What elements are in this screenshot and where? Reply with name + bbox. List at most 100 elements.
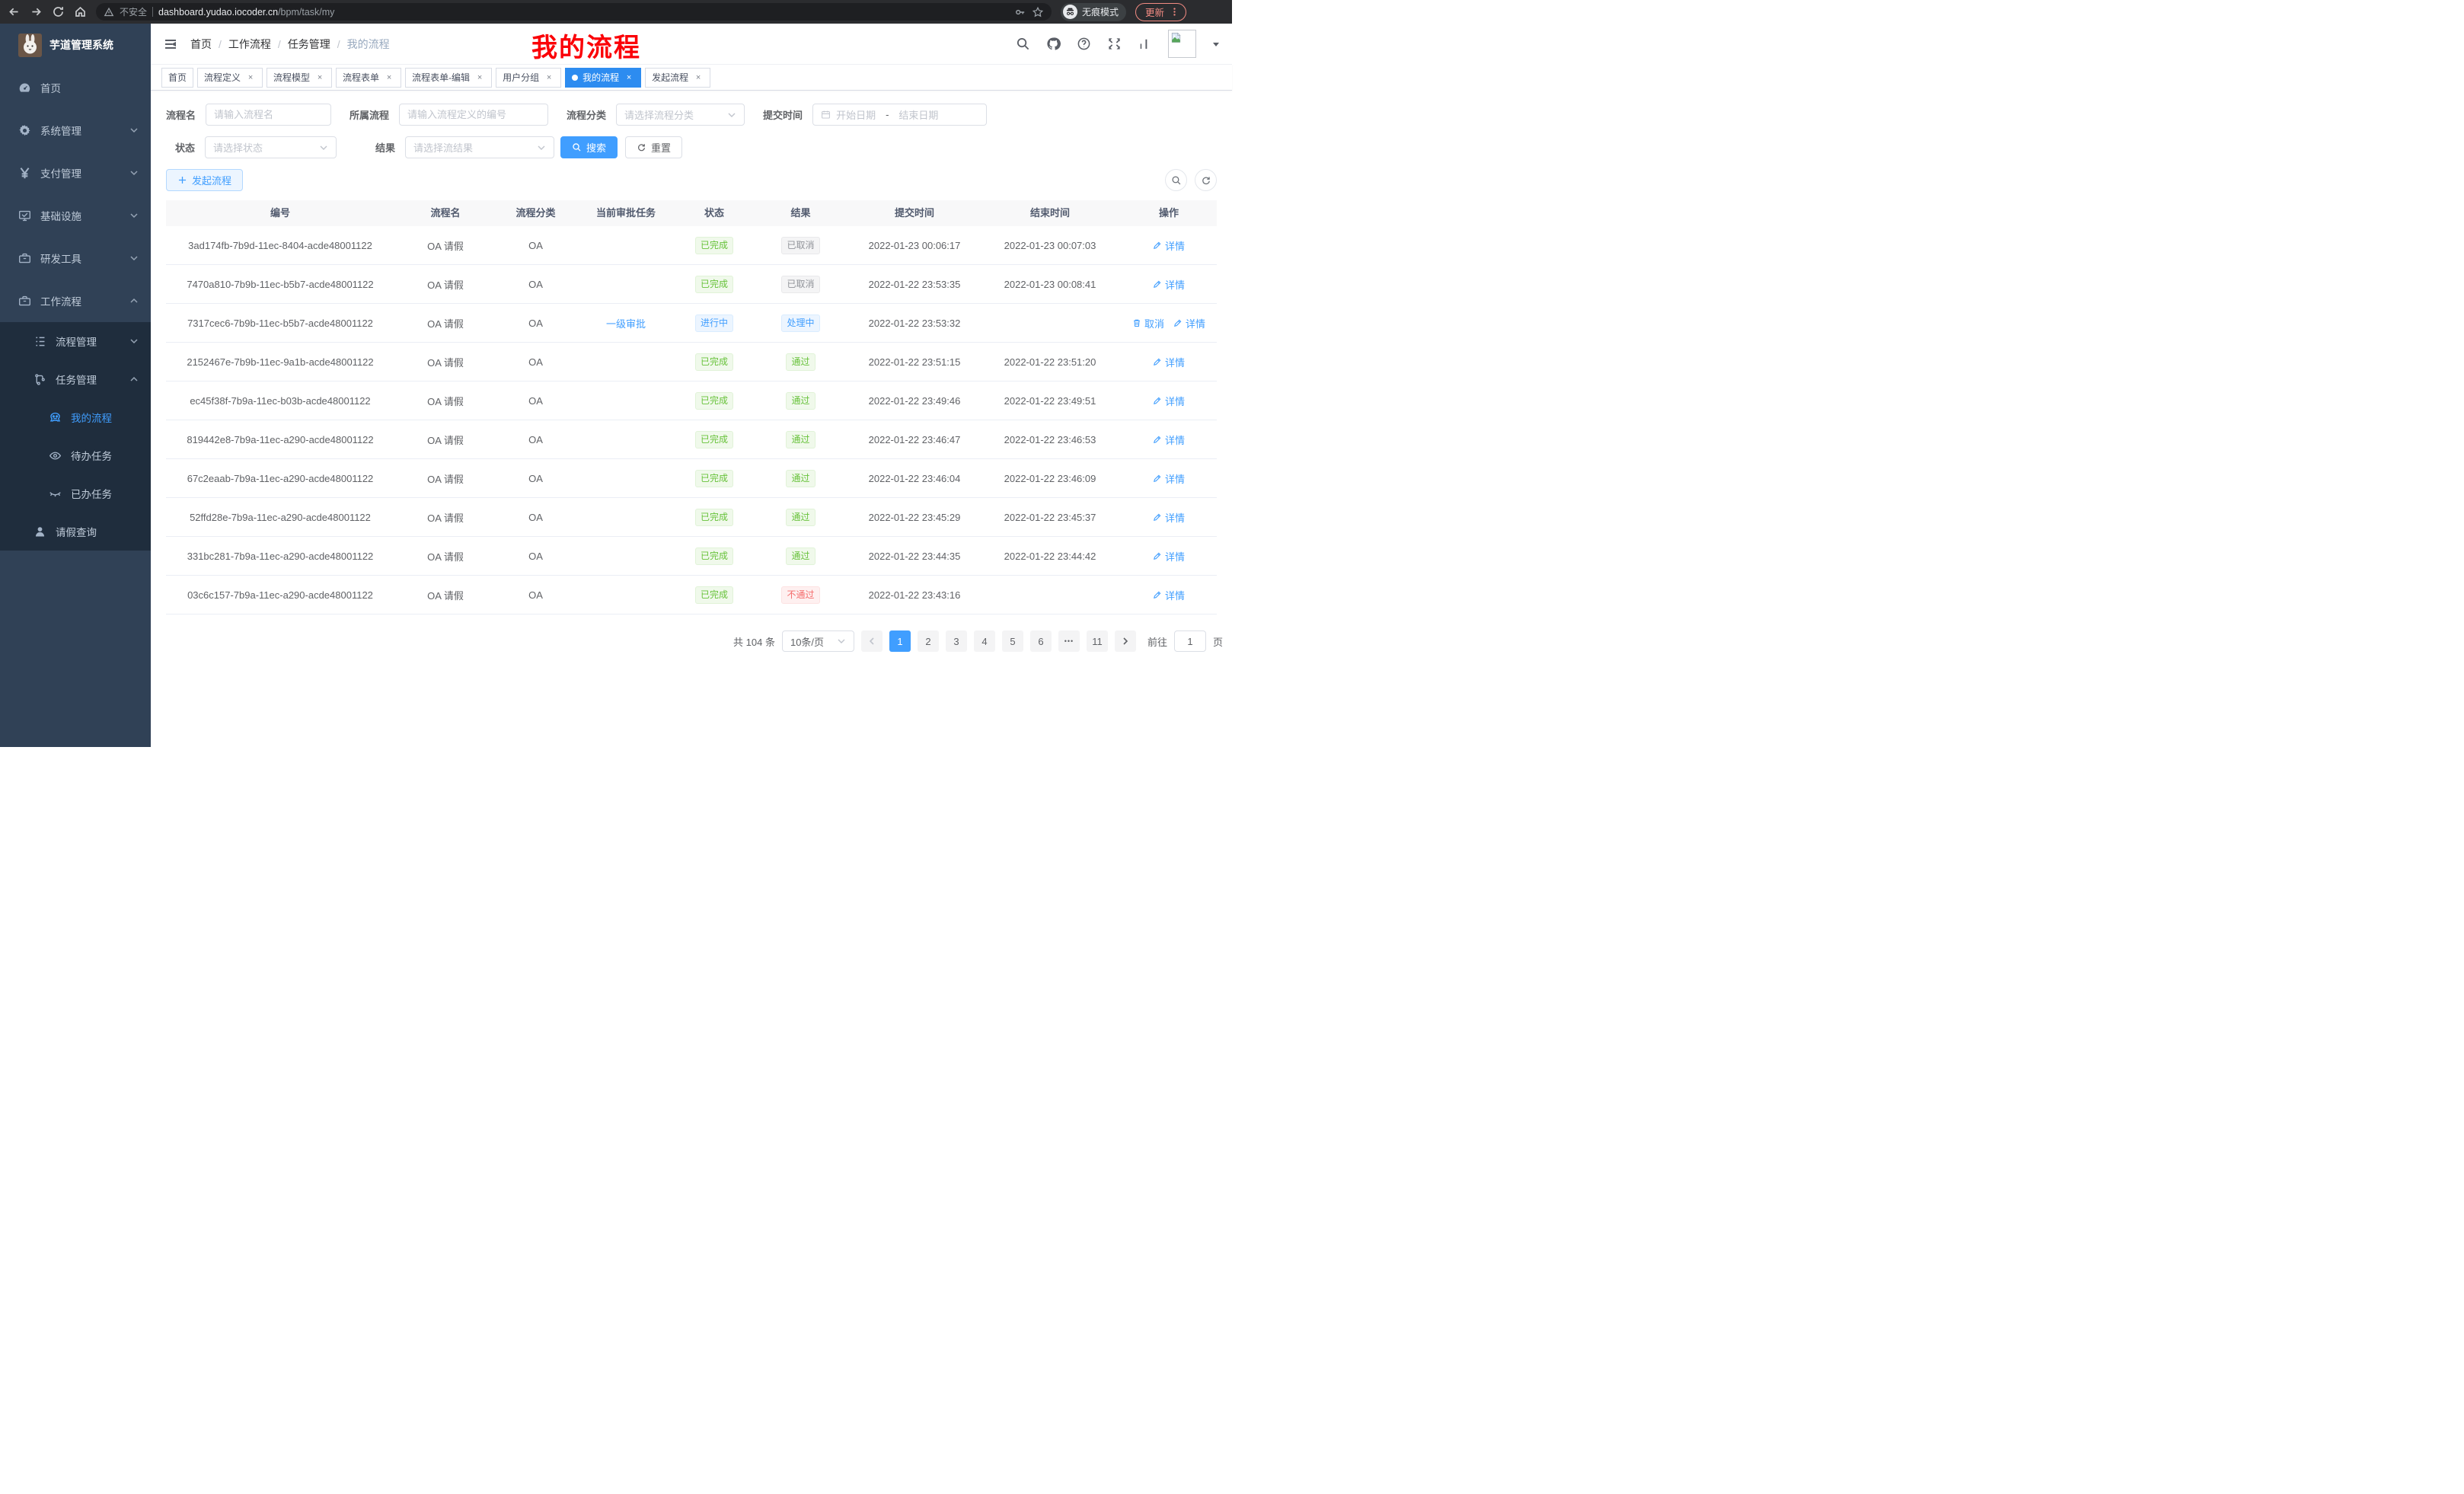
page-size-select[interactable]: 10条/页 bbox=[782, 630, 854, 652]
status-select[interactable]: 请选择状态 bbox=[205, 136, 337, 158]
sidebar-item-devtools[interactable]: 研发工具 bbox=[0, 237, 151, 279]
result-badge: 通过 bbox=[786, 509, 815, 526]
breadcrumb-task-mgmt[interactable]: 任务管理 bbox=[288, 37, 330, 52]
result-badge: 通过 bbox=[786, 392, 815, 410]
forward-icon[interactable] bbox=[30, 5, 43, 18]
sidebar-item-done-tasks[interactable]: 已办任务 bbox=[0, 474, 151, 512]
next-page-button[interactable] bbox=[1115, 630, 1136, 652]
category-select[interactable]: 请选择流程分类 bbox=[616, 104, 745, 126]
back-icon[interactable] bbox=[8, 5, 21, 18]
address-bar[interactable]: 不安全 dashboard.yudao.iocoder.cn/bpm/task/… bbox=[96, 3, 1052, 21]
reload-icon[interactable] bbox=[52, 5, 65, 18]
close-icon[interactable]: × bbox=[384, 72, 394, 83]
sidebar-item-leave-query[interactable]: 请假查询 bbox=[0, 512, 151, 551]
table-row: 7317cec6-7b9b-11ec-b5b7-acde48001122 OA … bbox=[166, 304, 1217, 343]
table-search-toggle-button[interactable] bbox=[1165, 169, 1187, 191]
date-range-picker[interactable]: 开始日期 - 结束日期 bbox=[812, 104, 987, 126]
tab-user-group[interactable]: 用户分组× bbox=[496, 68, 561, 88]
detail-link[interactable]: 详情 bbox=[1153, 588, 1185, 602]
sidebar-item-workflow[interactable]: 工作流程 bbox=[0, 279, 151, 322]
tab-home[interactable]: 首页 bbox=[161, 68, 193, 88]
update-button[interactable]: 更新 bbox=[1135, 3, 1186, 21]
sidebar-item-infra[interactable]: 基础设施 bbox=[0, 194, 151, 237]
sidebar-item-task-mgmt[interactable]: 任务管理 bbox=[0, 360, 151, 398]
more-pages-button[interactable]: ••• bbox=[1058, 630, 1080, 652]
tab-my-process[interactable]: 我的流程× bbox=[565, 68, 641, 88]
sidebar-item-todo-tasks[interactable]: 待办任务 bbox=[0, 436, 151, 474]
close-icon[interactable]: × bbox=[544, 72, 554, 83]
page-button-4[interactable]: 4 bbox=[974, 630, 995, 652]
star-icon[interactable] bbox=[1032, 6, 1044, 18]
hamburger-icon[interactable] bbox=[163, 37, 178, 52]
sidebar-item-system[interactable]: 系统管理 bbox=[0, 109, 151, 152]
sidebar-item-home[interactable]: 首页 bbox=[0, 66, 151, 109]
content: 流程名 所属流程 流程分类 请选择流程分类 提交时间 开始日期 bbox=[151, 91, 1232, 747]
detail-link[interactable]: 详情 bbox=[1153, 510, 1185, 525]
sidebar-item-payment[interactable]: 支付管理 bbox=[0, 152, 151, 194]
detail-link[interactable]: 详情 bbox=[1153, 433, 1185, 447]
annotation-overlay: 我的流程 bbox=[531, 27, 641, 64]
status-badge: 已完成 bbox=[695, 237, 733, 254]
detail-link[interactable]: 详情 bbox=[1153, 238, 1185, 253]
breadcrumb-workflow[interactable]: 工作流程 bbox=[228, 37, 271, 52]
caret-down-icon[interactable] bbox=[1212, 40, 1220, 48]
table-refresh-button[interactable] bbox=[1195, 169, 1217, 191]
eye-closed-icon bbox=[49, 487, 62, 500]
detail-link[interactable]: 详情 bbox=[1153, 277, 1185, 292]
page-button-6[interactable]: 6 bbox=[1030, 630, 1052, 652]
question-icon[interactable] bbox=[1077, 37, 1091, 51]
search-icon[interactable] bbox=[1016, 37, 1030, 51]
app-logo[interactable]: 芋道管理系统 bbox=[0, 24, 151, 66]
tab-start-process[interactable]: 发起流程× bbox=[645, 68, 710, 88]
close-icon[interactable]: × bbox=[624, 72, 634, 83]
tab-process-definition[interactable]: 流程定义× bbox=[197, 68, 263, 88]
chevron-down-icon bbox=[129, 126, 139, 135]
person-icon bbox=[34, 525, 46, 538]
pencil-icon bbox=[1153, 590, 1162, 599]
prev-page-button[interactable] bbox=[861, 630, 883, 652]
key-icon[interactable] bbox=[1014, 6, 1026, 18]
logo-image bbox=[18, 34, 42, 57]
detail-link[interactable]: 详情 bbox=[1153, 394, 1185, 408]
tab-process-form-edit[interactable]: 流程表单-编辑× bbox=[405, 68, 492, 88]
create-process-button[interactable]: 发起流程 bbox=[166, 169, 243, 191]
detail-link[interactable]: 详情 bbox=[1153, 549, 1185, 563]
tags-view: 首页 流程定义× 流程模型× 流程表单× 流程表单-编辑× 用户分组× 我的流程… bbox=[151, 65, 1232, 91]
page-button-11[interactable]: 11 bbox=[1087, 630, 1108, 652]
result-select[interactable]: 请选择流结果 bbox=[405, 136, 554, 158]
cancel-link[interactable]: 取消 bbox=[1132, 316, 1164, 330]
reset-button[interactable]: 重置 bbox=[625, 136, 682, 158]
tab-process-model[interactable]: 流程模型× bbox=[267, 68, 332, 88]
sidebar-item-my-process[interactable]: 我的流程 bbox=[0, 398, 151, 436]
avatar[interactable] bbox=[1168, 30, 1196, 58]
active-dot bbox=[572, 75, 578, 81]
process-id-input[interactable] bbox=[399, 104, 548, 126]
kebab-icon[interactable] bbox=[1170, 7, 1179, 17]
process-name-input[interactable] bbox=[206, 104, 331, 126]
goto-page-input[interactable] bbox=[1174, 630, 1206, 652]
tab-process-form[interactable]: 流程表单× bbox=[336, 68, 401, 88]
sidebar-item-process-mgmt[interactable]: 流程管理 bbox=[0, 322, 151, 360]
close-icon[interactable]: × bbox=[245, 72, 256, 83]
table-row: 819442e8-7b9a-11ec-a290-acde48001122 OA … bbox=[166, 420, 1217, 459]
detail-link[interactable]: 详情 bbox=[1153, 471, 1185, 486]
fullscreen-icon[interactable] bbox=[1107, 37, 1122, 51]
search-button[interactable]: 搜索 bbox=[560, 136, 618, 158]
close-icon[interactable]: × bbox=[314, 72, 325, 83]
detail-link[interactable]: 详情 bbox=[1173, 316, 1205, 330]
close-icon[interactable]: × bbox=[693, 72, 704, 83]
home-icon[interactable] bbox=[74, 5, 87, 18]
result-label: 结果 bbox=[375, 140, 395, 155]
page-button-2[interactable]: 2 bbox=[918, 630, 939, 652]
detail-link[interactable]: 详情 bbox=[1153, 355, 1185, 369]
pencil-icon bbox=[1153, 357, 1162, 366]
page-button-1[interactable]: 1 bbox=[889, 630, 911, 652]
current-task-link[interactable]: 一级审批 bbox=[606, 316, 646, 330]
github-icon[interactable] bbox=[1046, 37, 1061, 51]
name-label: 流程名 bbox=[166, 107, 196, 122]
close-icon[interactable]: × bbox=[474, 72, 485, 83]
font-size-icon[interactable] bbox=[1138, 37, 1152, 51]
page-button-5[interactable]: 5 bbox=[1002, 630, 1023, 652]
breadcrumb-home[interactable]: 首页 bbox=[190, 37, 212, 52]
page-button-3[interactable]: 3 bbox=[946, 630, 967, 652]
